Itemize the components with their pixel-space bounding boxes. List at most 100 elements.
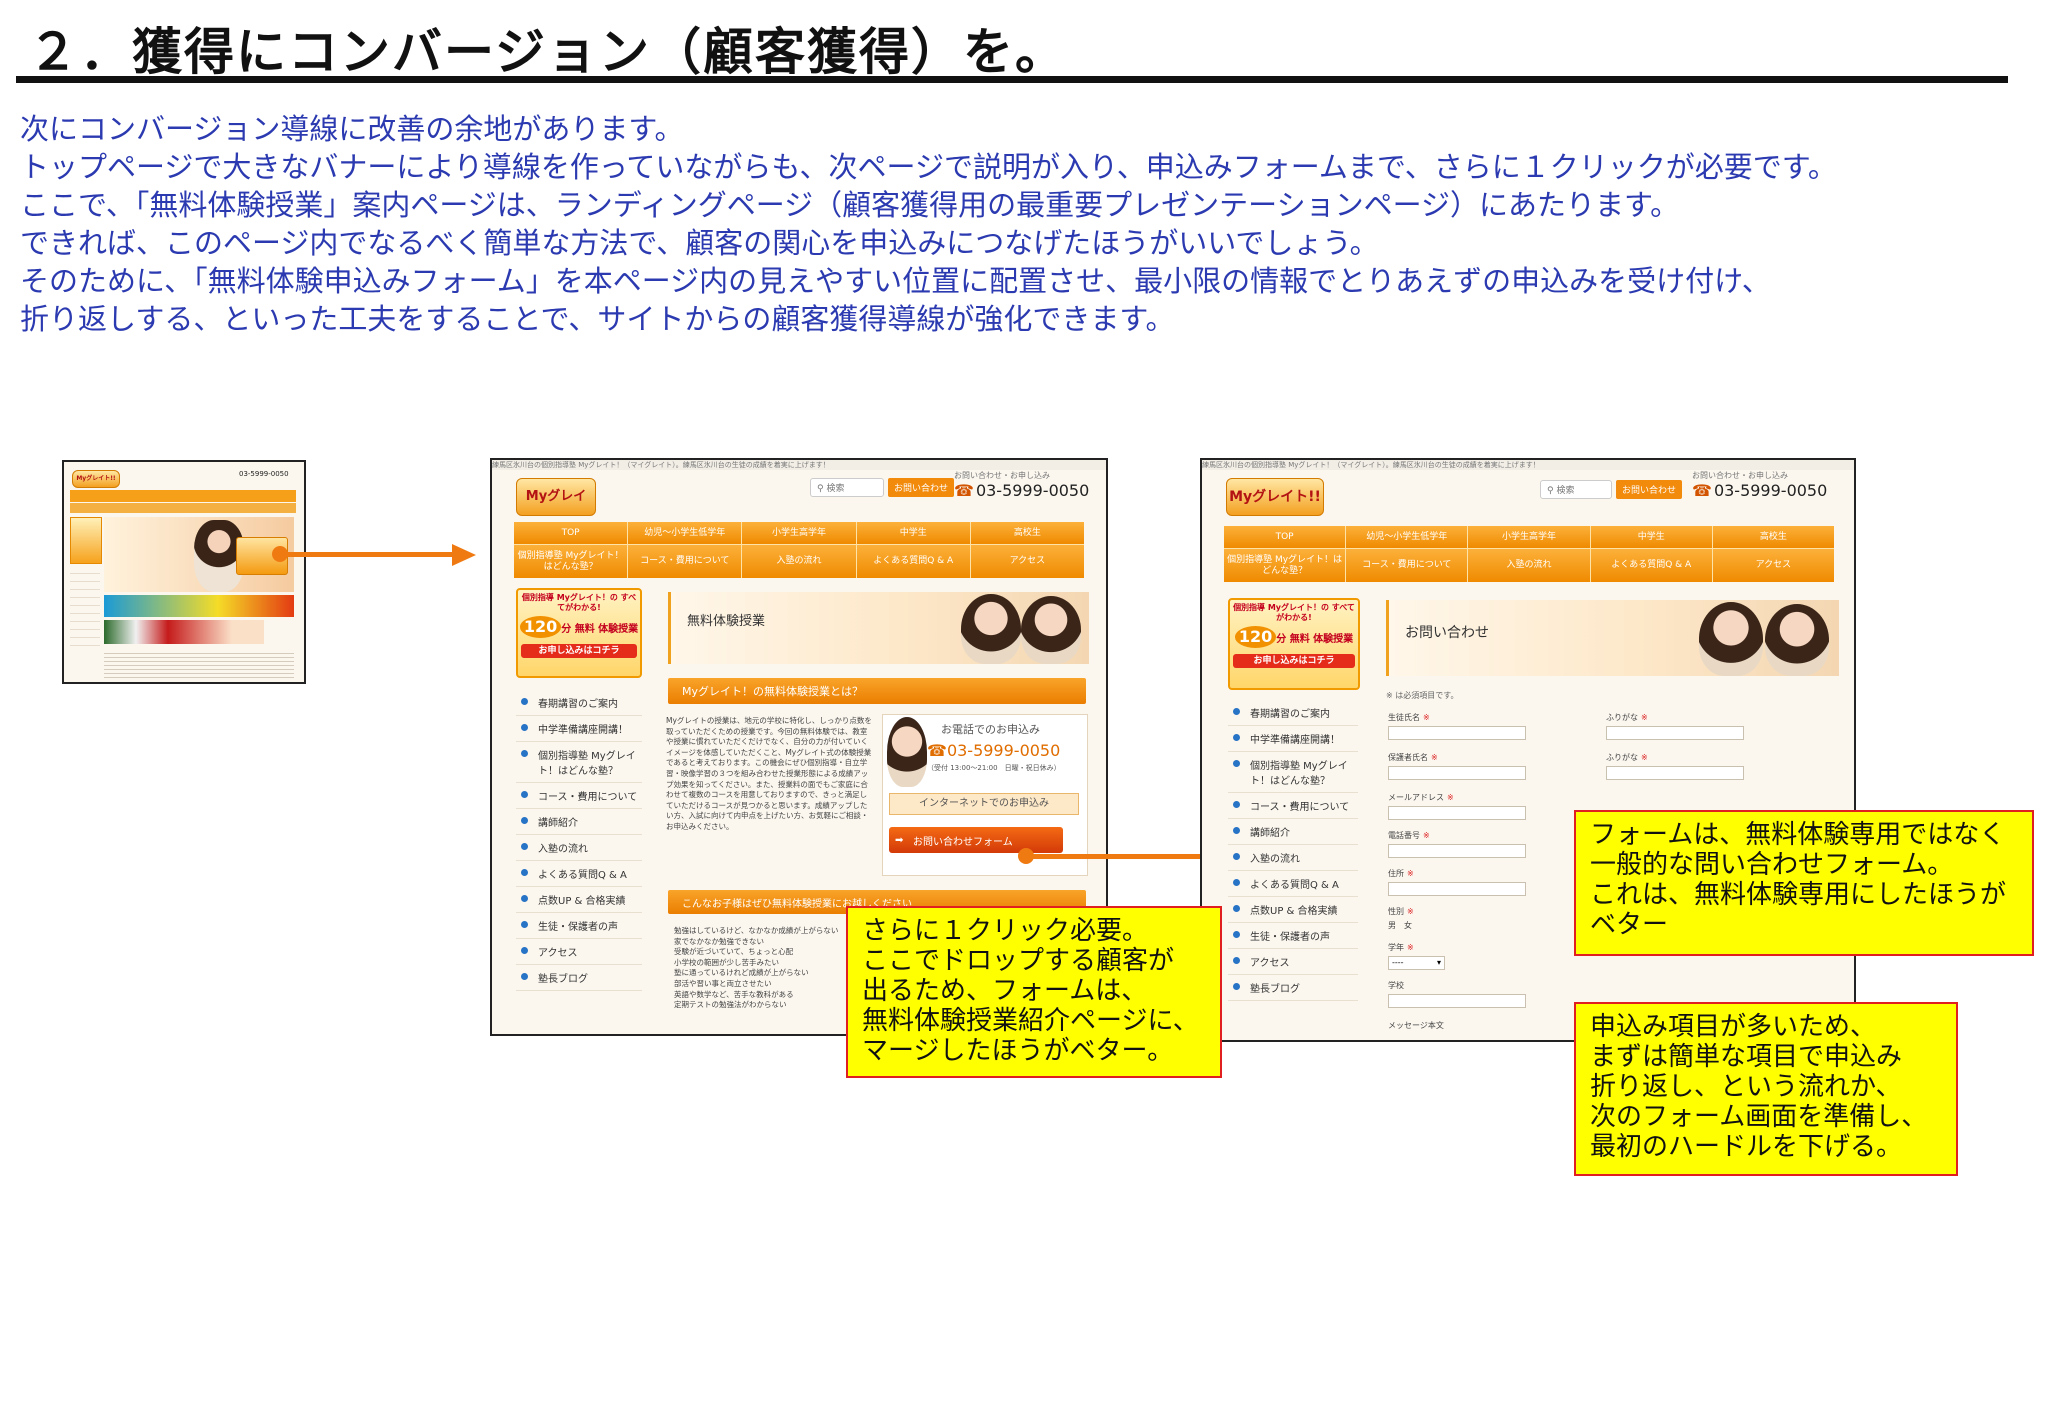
school-field[interactable] bbox=[1388, 994, 1526, 1008]
sidemenu-item[interactable]: 個別指導塾 Myグレイト！はどんな塾？ bbox=[1228, 752, 1358, 793]
sidemenu-item[interactable]: 個別指導塾 Myグレイト！はどんな塾？ bbox=[516, 742, 642, 783]
intro-line: できれば、このページ内でなるべく簡単な方法で、顧客の関心を申込みにつなげたほうが… bbox=[20, 226, 1379, 260]
phone-field[interactable] bbox=[1388, 844, 1526, 858]
main-nav: TOP 幼児〜小学生低学年 小学生高学年 中学生 高校生 個別指導塾 Myグレイ… bbox=[1224, 526, 1834, 582]
list-item: 塾に通っているけれど成績が上がらない bbox=[674, 968, 809, 978]
nav-item[interactable]: 小学生高学年 bbox=[1468, 526, 1590, 548]
hero-photo bbox=[1765, 604, 1829, 676]
field-label: 生徒氏名 ※ bbox=[1388, 713, 1430, 722]
trial-banner[interactable]: 個別指導 Myグレイト！の すべてがわかる! 120 分 無料 体験授業 お申し込… bbox=[1228, 598, 1360, 690]
nav-item[interactable]: アクセス bbox=[1712, 549, 1834, 582]
sidemenu-item[interactable]: 点数UP & 合格実績 bbox=[516, 887, 642, 913]
nav-item[interactable]: 中学生 bbox=[856, 522, 970, 544]
nav-item[interactable]: よくある質問Q & A bbox=[1590, 549, 1712, 582]
address-field[interactable] bbox=[1388, 882, 1526, 896]
list-item: 部活や習い事と両立させたい bbox=[674, 978, 772, 988]
search-input[interactable]: ⚲ 検索 bbox=[810, 478, 884, 497]
field-label: 学校 bbox=[1388, 981, 1404, 990]
sidemenu-item[interactable]: 塾長ブログ bbox=[516, 965, 642, 991]
nav-item[interactable]: 幼児〜小学生低学年 bbox=[628, 522, 742, 544]
email-field[interactable] bbox=[1388, 806, 1526, 820]
list-item: 英語や数学など、苦手な教科がある bbox=[674, 989, 794, 999]
sidemenu-item[interactable]: 講師紹介 bbox=[516, 809, 642, 835]
guardian-name-field[interactable] bbox=[1388, 766, 1526, 780]
phone-icon: ☎ bbox=[954, 481, 974, 500]
phone-icon: ☎ bbox=[927, 741, 947, 760]
nav-item[interactable]: 高校生 bbox=[1712, 526, 1834, 548]
callout-general-form: フォームは、無料体験専用ではなく 一般的な問い合わせフォーム。 これは、無料体験… bbox=[1574, 810, 2034, 956]
arrow-head bbox=[452, 544, 476, 566]
trial-banner[interactable]: 個別指導 Myグレイト！の すべてがわかる! 120 分 無料 体験授業 お申し込… bbox=[516, 588, 642, 678]
intro-line: 折り返しする、といった工夫をすることで、サイトからの顧客獲得導線が強化できます。 bbox=[20, 302, 1175, 336]
field-label: メッセージ本文 bbox=[1388, 1021, 1444, 1030]
intro-text: 次にコンバージョン導線に改善の余地があります。 トップページで大きなバナーにより… bbox=[20, 110, 2030, 338]
sidemenu-item[interactable]: 入塾の流れ bbox=[516, 835, 642, 861]
nav-item[interactable]: TOP bbox=[514, 522, 628, 544]
nav-item[interactable]: アクセス bbox=[970, 545, 1084, 578]
inquiry-form-button[interactable]: ➡ お問い合わせフォーム bbox=[889, 827, 1063, 853]
nav-item[interactable]: コース・費用について bbox=[628, 545, 742, 578]
list-item: 家でなかなか勉強できない bbox=[674, 936, 764, 946]
callout-many-fields: 申込み項目が多いため、 まずは簡単な項目で申込み 折り返し、という流れか、 次の… bbox=[1574, 1002, 1958, 1176]
sidemenu-item[interactable]: 塾長ブログ bbox=[1228, 975, 1358, 1001]
nav-item[interactable]: TOP bbox=[1224, 526, 1346, 548]
grade-select[interactable]: ---- ▾ bbox=[1388, 956, 1445, 970]
callout-one-more-click: さらに１クリック必要。 ここでドロップする顧客が 出るため、フォームは、 無料体… bbox=[846, 906, 1222, 1078]
field-label: 保護者氏名 ※ bbox=[1388, 753, 1438, 762]
sidemenu-item[interactable]: 点数UP & 合格実績 bbox=[1228, 897, 1358, 923]
contact-button[interactable]: お問い合わせ bbox=[888, 478, 955, 497]
contact-button[interactable]: お問い合わせ bbox=[1616, 480, 1683, 499]
thumb-nav bbox=[70, 490, 296, 502]
sidemenu-item[interactable]: 春期講習のご案内 bbox=[1228, 700, 1358, 726]
sidemenu-item[interactable]: 入塾の流れ bbox=[1228, 845, 1358, 871]
sidemenu-item[interactable]: 生徒・保護者の声 bbox=[516, 913, 642, 939]
trial-phone-number: ☎03-5999-0050 bbox=[927, 741, 1061, 760]
nav-item[interactable]: 個別指導塾 Myグレイト！はどんな塾？ bbox=[1224, 549, 1346, 582]
banner-apply-button[interactable]: お申し込みはコチラ bbox=[521, 644, 637, 658]
nav-item[interactable]: 高校生 bbox=[970, 522, 1084, 544]
sidemenu-item[interactable]: アクセス bbox=[516, 939, 642, 965]
field-label: ふりがな ※ bbox=[1606, 713, 1648, 722]
nav-item[interactable]: 個別指導塾 Myグレイト！はどんな塾？ bbox=[514, 545, 628, 578]
nav-item[interactable]: よくある質問Q & A bbox=[856, 545, 970, 578]
search-input[interactable]: ⚲ 検索 bbox=[1540, 480, 1612, 499]
nav-item[interactable]: 小学生高学年 bbox=[742, 522, 856, 544]
field-label: ふりがな ※ bbox=[1606, 753, 1648, 762]
sidemenu-item[interactable]: コース・費用について bbox=[1228, 793, 1358, 819]
title-underline bbox=[16, 76, 2008, 83]
site-logo: Myグレイト!! bbox=[72, 470, 120, 488]
sidemenu-item[interactable]: よくある質問Q & A bbox=[516, 861, 642, 887]
sidemenu-item[interactable]: コース・費用について bbox=[516, 783, 642, 809]
list-item: 定期テストの勉強法がわからない bbox=[674, 1000, 787, 1010]
sidemenu-item[interactable]: 中学準備講座開講！ bbox=[1228, 726, 1358, 752]
nav-item[interactable]: 入塾の流れ bbox=[1468, 549, 1590, 582]
hero-photo bbox=[1699, 602, 1763, 676]
site-logo: Myグレイト!! bbox=[516, 478, 596, 540]
side-menu: 春期講習のご案内 中学準備講座開講！ 個別指導塾 Myグレイト！はどんな塾？ コ… bbox=[516, 690, 642, 991]
site-phone: 03-5999-0050 bbox=[239, 470, 289, 478]
gender-radio[interactable]: 男 女 bbox=[1388, 920, 1412, 931]
sidemenu-item[interactable]: よくある質問Q & A bbox=[1228, 871, 1358, 897]
guardian-kana-field[interactable] bbox=[1606, 766, 1744, 780]
sidemenu-item[interactable]: 中学準備講座開講！ bbox=[516, 716, 642, 742]
arrow-right-icon: ➡ bbox=[895, 834, 904, 846]
field-label: メールアドレス ※ bbox=[1388, 793, 1454, 802]
nav-item[interactable]: 幼児〜小学生低学年 bbox=[1346, 526, 1468, 548]
page-hero: 無料体験授業 bbox=[668, 592, 1089, 664]
nav-item[interactable]: コース・費用について bbox=[1346, 549, 1468, 582]
sidemenu-item[interactable]: 春期講習のご案内 bbox=[516, 690, 642, 716]
trial-bullets: 勉強はしているけど、なかなか成績が上がらない 家でなかなか勉強できない 受験が近… bbox=[674, 926, 874, 1011]
sidemenu-item[interactable]: 講師紹介 bbox=[1228, 819, 1358, 845]
nav-item[interactable]: 中学生 bbox=[1590, 526, 1712, 548]
student-name-field[interactable] bbox=[1388, 726, 1526, 740]
site-phone: お問い合わせ・お申し込み ☎ 03-5999-0050 bbox=[1692, 471, 1828, 500]
list-item: 勉強はしているけど、なかなか成績が上がらない bbox=[674, 926, 839, 935]
sidemenu-item[interactable]: アクセス bbox=[1228, 949, 1358, 975]
phone-icon: ☎ bbox=[1692, 481, 1712, 500]
list-item: 受験が近づいていて、ちょっと心配 bbox=[674, 947, 794, 957]
student-kana-field[interactable] bbox=[1606, 726, 1744, 740]
banner-apply-button[interactable]: お申し込みはコチラ bbox=[1233, 654, 1355, 668]
hero-photo bbox=[1021, 596, 1081, 664]
nav-item[interactable]: 入塾の流れ bbox=[742, 545, 856, 578]
sidemenu-item[interactable]: 生徒・保護者の声 bbox=[1228, 923, 1358, 949]
